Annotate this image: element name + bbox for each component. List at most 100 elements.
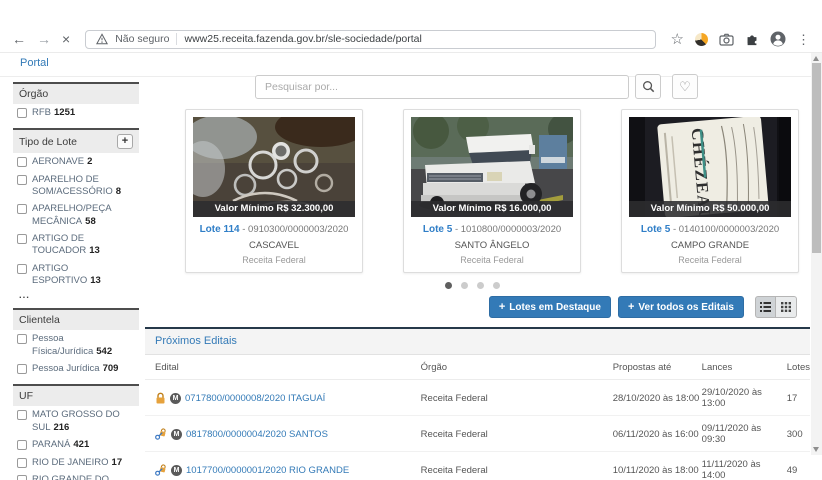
security-label[interactable]: Não seguro	[115, 33, 169, 45]
edital-lotes: 300	[786, 415, 810, 452]
search-icon	[642, 81, 654, 93]
lot-link[interactable]: Lote 5	[423, 224, 452, 235]
filter-item-rio-de-janeiro[interactable]: RIO DE JANEIRO 17	[13, 454, 139, 471]
lot-card-cascavel[interactable]: Valor Mínimo R$ 32.300,00 Lote 114 - 091…	[185, 109, 363, 273]
page-scrollbar[interactable]	[811, 53, 822, 455]
view-toggle-group	[755, 296, 797, 318]
checkbox[interactable]	[17, 364, 27, 375]
menu-dots-icon[interactable]: ⋮	[797, 33, 810, 46]
warning-icon	[96, 33, 109, 45]
featured-lots-carousel: Valor Mínimo R$ 32.300,00 Lote 114 - 091…	[185, 109, 810, 273]
lot-photo-truck: Valor Mínimo R$ 16.000,00	[411, 117, 573, 217]
scrollbar-thumb[interactable]	[812, 63, 821, 253]
section-title-uf: UF	[13, 386, 139, 407]
table-header-row: Edital Órgão Propostas até Lances Lotes	[145, 355, 810, 380]
list-view-button[interactable]	[755, 296, 776, 318]
filter-sidebar: Órgão RFB 1251 Tipo de Lote + AERONAVE 2 A…	[13, 82, 139, 480]
checkbox[interactable]	[17, 457, 27, 468]
scrollbar-up-arrow-icon[interactable]	[813, 56, 819, 61]
stop-icon[interactable]: ×	[62, 32, 70, 46]
edital-orgao: Receita Federal	[420, 451, 613, 480]
url-text[interactable]: www25.receita.fazenda.gov.br/sle-socieda…	[184, 33, 421, 45]
col-orgao: Órgão	[420, 355, 613, 380]
edital-link[interactable]: 1017700/0000001/2020 RIO GRANDE	[186, 465, 349, 476]
checkbox[interactable]	[17, 263, 27, 274]
edital-link[interactable]: 0817800/0000004/2020 SANTOS	[186, 429, 328, 440]
checkbox[interactable]	[17, 440, 27, 451]
search-button[interactable]	[635, 74, 661, 99]
carousel-dot-1[interactable]	[445, 282, 452, 289]
edital-lances: 11/11/2020 às 14:00	[701, 451, 787, 480]
filter-item-mato-grosso-do-sul[interactable]: MATO GROSSO DO SUL 216	[13, 406, 139, 436]
back-icon[interactable]: ←	[12, 32, 26, 46]
checkbox[interactable]	[17, 234, 27, 245]
lock-key-icon	[155, 464, 166, 476]
filter-item-pessoa-juridica[interactable]: Pessoa Jurídica 709	[13, 360, 139, 377]
grid-view-button[interactable]	[776, 296, 797, 318]
lot-card-campo-grande[interactable]: CHÉZEAUX Valor Mínimo R$ 50.000,00 Lote …	[621, 109, 799, 273]
lot-link[interactable]: Lote 5	[641, 224, 670, 235]
plus-icon: +	[627, 301, 635, 313]
col-lances: Lances	[701, 355, 787, 380]
filter-label: ARTIGO DE TOUCADOR 13	[32, 233, 100, 257]
carousel-dot-3[interactable]	[477, 282, 484, 289]
col-propostas: Propostas até	[612, 355, 702, 380]
section-title-clientela: Clientela	[13, 310, 139, 331]
browser-toolbar: ← → × Não seguro www25.receita.fazenda.g…	[0, 26, 822, 53]
filter-item-peca-mecanica[interactable]: APARELHO/PEÇA MECÂNICA 58	[13, 200, 139, 230]
lot-id-line: Lote 5 - 1010800/0000003/2020	[422, 224, 562, 235]
lot-card-santo-angelo[interactable]: Valor Mínimo R$ 16.000,00 Lote 5 - 10108…	[403, 109, 581, 273]
carousel-pagination	[445, 282, 810, 289]
url-separator	[176, 33, 178, 45]
edital-propostas: 10/11/2020 às 18:00	[612, 451, 702, 480]
filter-label: RIO GRANDE DO SUL95	[32, 473, 110, 480]
filter-item-aparelho-som[interactable]: APARELHO DE SOM/ACESSÓRIO 8	[13, 171, 139, 201]
edital-orgao: Receita Federal	[420, 415, 613, 452]
checkbox[interactable]	[17, 204, 27, 215]
all-editais-button[interactable]: + Ver todos os Editais	[617, 296, 744, 318]
filter-item-aeronave[interactable]: AERONAVE 2	[13, 153, 139, 170]
col-lotes: Lotes	[786, 355, 810, 380]
breadcrumb-portal-link[interactable]: Portal	[20, 57, 49, 69]
bookmark-star-icon[interactable]: ☆	[671, 32, 684, 47]
min-value-label: Valor Mínimo R$ 50.000,00	[629, 201, 791, 217]
scrollbar-down-arrow-icon[interactable]	[813, 447, 819, 452]
filter-item-parana[interactable]: PARANÁ 421	[13, 436, 139, 453]
lot-link[interactable]: Lote 114	[200, 224, 240, 235]
filter-item-rio-grande-do-sul[interactable]: RIO GRANDE DO SUL95	[13, 471, 139, 480]
expand-plus-button[interactable]: +	[117, 134, 133, 150]
table-row: M 0717800/0000008/2020 ITAGUAÍ Receita F…	[145, 379, 810, 416]
lot-city: CAMPO GRANDE	[670, 240, 750, 251]
modality-badge: M	[171, 428, 182, 440]
search-input[interactable]	[255, 74, 629, 99]
edital-propostas: 28/10/2020 às 18:00	[612, 379, 702, 416]
edital-link[interactable]: 0717800/0000008/2020 ITAGUAÍ	[185, 393, 325, 404]
camera-icon[interactable]	[719, 32, 734, 47]
lot-city: SANTO ÂNGELO	[454, 240, 530, 251]
checkbox[interactable]	[17, 157, 27, 168]
filter-item-pessoa-fisica-juridica[interactable]: Pessoa Física/Jurídica 542	[13, 330, 139, 360]
checkbox[interactable]	[17, 334, 27, 345]
checkbox[interactable]	[17, 410, 27, 421]
filter-item-artigo-toucador[interactable]: ARTIGO DE TOUCADOR 13	[13, 230, 139, 260]
section-title-orgao: Órgão	[13, 84, 139, 104]
filter-item-rfb[interactable]: RFB 1251	[13, 104, 139, 121]
address-bar[interactable]: Não seguro www25.receita.fazenda.gov.br/…	[85, 29, 656, 49]
profile-avatar-icon[interactable]	[770, 31, 786, 47]
featured-lots-button[interactable]: + Lotes em Destaque	[488, 296, 611, 318]
extension-badge-icon[interactable]	[695, 32, 708, 46]
forward-icon[interactable]: →	[37, 32, 51, 46]
checkbox[interactable]	[17, 474, 27, 480]
checkbox[interactable]	[17, 108, 27, 118]
filter-section-tipo-de-lote: Tipo de Lote + AERONAVE 2 APARELHO DE SOM…	[13, 128, 139, 308]
favorites-button[interactable]: ♡	[672, 74, 698, 99]
checkbox[interactable]	[17, 174, 27, 185]
filter-section-orgao: Órgão RFB 1251	[13, 82, 139, 128]
lot-city: CASCAVEL	[249, 240, 299, 251]
show-more-link[interactable]: ...	[13, 289, 139, 301]
extensions-puzzle-icon[interactable]	[745, 32, 759, 46]
carousel-dot-2[interactable]	[461, 282, 468, 289]
carousel-dot-4[interactable]	[493, 282, 500, 289]
filter-item-artigo-esportivo[interactable]: ARTIGO ESPORTIVO 13	[13, 260, 139, 290]
heart-icon: ♡	[679, 78, 691, 94]
